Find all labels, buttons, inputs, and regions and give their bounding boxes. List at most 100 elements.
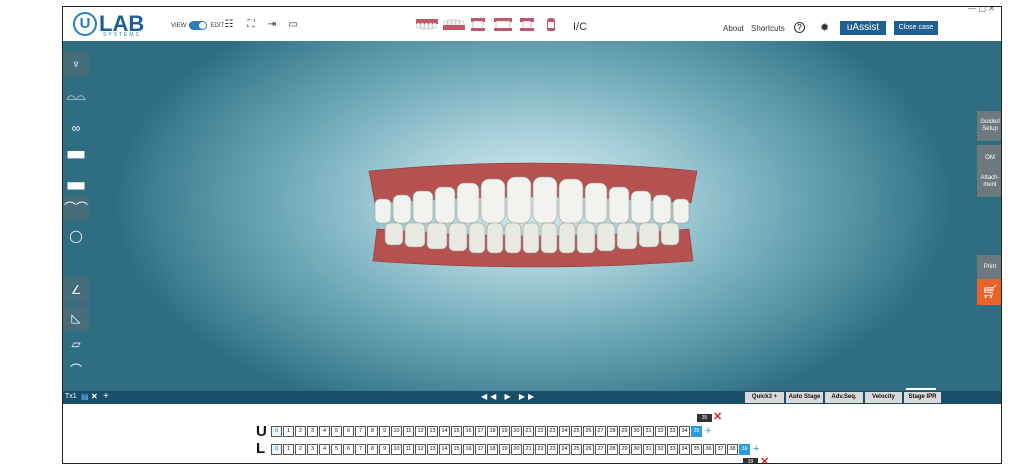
lower-stage-cell[interactable]: 0 <box>271 444 282 455</box>
lower-stage-cell[interactable]: 30 <box>631 444 642 455</box>
upper-stage-cell[interactable]: 16 <box>463 426 474 437</box>
upper-stage-cell[interactable]: 20 <box>511 426 522 437</box>
export-icon[interactable]: ⇥ <box>266 19 278 30</box>
uassist-button[interactable]: uAssist <box>840 21 886 35</box>
close-tab-icon[interactable]: ✕ <box>91 392 98 401</box>
lower-stage-cell[interactable]: 26 <box>583 444 594 455</box>
lower-stage-cell[interactable]: 3 <box>307 444 318 455</box>
close-case-button[interactable]: Close case <box>894 21 938 35</box>
lower-stage-cell[interactable]: 20 <box>511 444 522 455</box>
lower-stage-cell[interactable]: 31 <box>643 444 654 455</box>
lower-stage-cell[interactable]: 8 <box>367 444 378 455</box>
upper-stage-cell[interactable]: 0 <box>271 426 282 437</box>
lower-stage-cell[interactable]: 34 <box>679 444 690 455</box>
gear-icon[interactable]: ✹ <box>820 21 829 34</box>
upper-stage-cell[interactable]: 4 <box>319 426 330 437</box>
adv-seq-button[interactable]: Adv.Seq. <box>825 392 863 403</box>
upper-stage-cell[interactable]: 35 <box>691 426 702 437</box>
upper-stage-cell[interactable]: 2 <box>295 426 306 437</box>
lower-stage-cell[interactable]: 14 <box>439 444 450 455</box>
monitor-icon[interactable]: ▭ <box>287 19 299 30</box>
lower-arch-view-icon[interactable] <box>442 17 466 31</box>
upper-stage-cell[interactable]: 13 <box>427 426 438 437</box>
lower-stage-cell[interactable]: 17 <box>475 444 486 455</box>
upper-stage-cell[interactable]: 17 <box>475 426 486 437</box>
3d-viewport[interactable]: ♆ ⌓⌓ ∞ ▀▀ ▄▄ ⌒⌒ ◯ ∠ ◺ ▱ ⌒ Guided Setup O… <box>63 41 1001 391</box>
window-controls[interactable]: — ▢ ✕ <box>968 7 995 13</box>
lower-stage-cell[interactable]: 16 <box>463 444 474 455</box>
lower-stage-cell[interactable]: 37 <box>715 444 726 455</box>
lower-stage-cell[interactable]: 19 <box>499 444 510 455</box>
lower-stage-cell[interactable]: 27 <box>595 444 606 455</box>
ruler-icon[interactable]: ∠ <box>63 277 89 303</box>
lower-arch-icon[interactable]: ▄▄ <box>63 169 89 195</box>
auto-stage-button[interactable]: Auto Stage <box>786 392 823 403</box>
lower-stage-cell[interactable]: 23 <box>547 444 558 455</box>
upper-stage-cell[interactable]: 26 <box>583 426 594 437</box>
lower-stage-cell[interactable]: 21 <box>523 444 534 455</box>
upper-stage-cell[interactable]: 23 <box>547 426 558 437</box>
upper-arch-icon[interactable]: ▀▀ <box>63 145 89 171</box>
playback-controls[interactable]: ◀◀ ▶ ▶▶ <box>481 392 537 401</box>
lower-stage-cell[interactable]: 15 <box>451 444 462 455</box>
upper-stage-cell[interactable]: 8 <box>367 426 378 437</box>
lower-stage-cell[interactable]: 39 <box>739 444 750 455</box>
upper-stage-cell[interactable]: 24 <box>559 426 570 437</box>
view-edit-toggle[interactable] <box>189 21 208 30</box>
grid-plane-icon[interactable]: ▱ <box>63 331 89 357</box>
upper-stage-cell[interactable]: 7 <box>355 426 366 437</box>
upper-stage-cell[interactable]: 9 <box>379 426 390 437</box>
lower-stage-cell[interactable]: 18 <box>487 444 498 455</box>
triangle-measure-icon[interactable]: ◺ <box>63 305 89 331</box>
upper-stage-cell[interactable]: 18 <box>487 426 498 437</box>
layout-icon[interactable]: ☷ <box>223 19 235 30</box>
velocity-button[interactable]: Velocity <box>865 392 902 403</box>
attachment-button[interactable]: Attach-ment <box>977 167 1001 197</box>
upper-stage-cell[interactable]: 34 <box>679 426 690 437</box>
upper-stage-cell[interactable]: 1 <box>283 426 294 437</box>
lower-add-stage-icon[interactable]: + <box>753 444 759 455</box>
upper-stage-cell[interactable]: 29 <box>619 426 630 437</box>
upper-arch-view-icon[interactable] <box>415 17 439 31</box>
lower-stage-cell[interactable]: 33 <box>667 444 678 455</box>
help-icon[interactable]: ? <box>794 22 805 33</box>
upper-stage-cell[interactable]: 14 <box>439 426 450 437</box>
lower-stage-cell[interactable]: 12 <box>415 444 426 455</box>
lower-stage-cell[interactable]: 5 <box>331 444 342 455</box>
upper-stage-cell[interactable]: 19 <box>499 426 510 437</box>
upper-stage-cell[interactable]: 12 <box>415 426 426 437</box>
stage-ipr-button[interactable]: Stage IPR <box>904 392 941 403</box>
lower-stage-cell[interactable]: 10 <box>391 444 402 455</box>
upper-add-stage-icon[interactable]: + <box>705 426 711 437</box>
lower-stage-cell[interactable]: 9 <box>379 444 390 455</box>
lower-stage-cell[interactable]: 24 <box>559 444 570 455</box>
lower-stage-cell[interactable]: 28 <box>607 444 618 455</box>
upper-stage-cell[interactable]: 30 <box>631 426 642 437</box>
guided-setup-button[interactable]: Guided Setup <box>977 111 1001 141</box>
lower-delete-icon[interactable]: ✕ <box>760 457 769 464</box>
upper-stage-cell[interactable]: 5 <box>331 426 342 437</box>
lower-stage-cell[interactable]: 38 <box>727 444 738 455</box>
lower-stage-cell[interactable]: 6 <box>343 444 354 455</box>
print-button[interactable]: Print <box>977 255 1001 279</box>
lower-stage-cell[interactable]: 4 <box>319 444 330 455</box>
upper-stage-cell[interactable]: 3 <box>307 426 318 437</box>
add-tab-icon[interactable]: + <box>103 391 109 402</box>
upper-stage-cell[interactable]: 25 <box>571 426 582 437</box>
upper-stage-cell[interactable]: 11 <box>403 426 414 437</box>
upper-stage-cell[interactable]: 28 <box>607 426 618 437</box>
lower-stage-cell[interactable]: 29 <box>619 444 630 455</box>
upper-stage-cell[interactable]: 31 <box>643 426 654 437</box>
lower-stage-cell[interactable]: 7 <box>355 444 366 455</box>
upper-stage-cell[interactable]: 27 <box>595 426 606 437</box>
upper-stage-cell[interactable]: 21 <box>523 426 534 437</box>
upper-stage-cell[interactable]: 6 <box>343 426 354 437</box>
upper-stage-cell[interactable]: 10 <box>391 426 402 437</box>
upper-stage-cell[interactable]: 33 <box>667 426 678 437</box>
tooth-pair-icon[interactable]: ⌓⌓ <box>63 83 89 109</box>
front-view-icon[interactable] <box>470 17 486 31</box>
tab-tx1[interactable]: Tx1 <box>65 393 77 400</box>
quick3-button[interactable]: Quick3 + <box>745 392 784 403</box>
lower-stage-cell[interactable]: 36 <box>703 444 714 455</box>
ic-button[interactable]: I/C <box>573 21 587 33</box>
